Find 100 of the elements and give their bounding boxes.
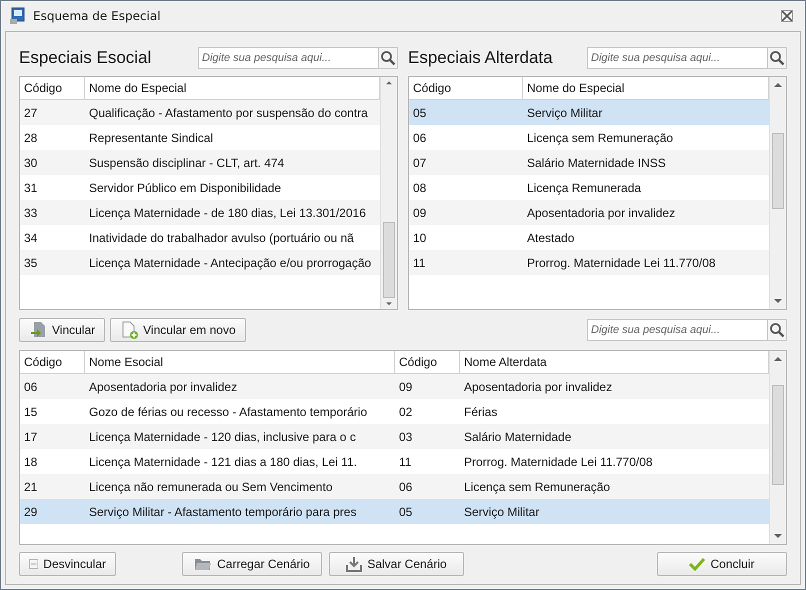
table-cell-text: Licença sem Remuneração <box>526 130 674 146</box>
column-header[interactable]: Código <box>20 77 85 99</box>
scroll-thumb[interactable] <box>772 133 784 209</box>
form-icon <box>9 7 27 25</box>
table-cell-text: 07 <box>412 154 428 172</box>
table-row[interactable]: 30 Suspensão disciplinar - CLT, art. 474 <box>20 150 380 175</box>
table-row[interactable]: 27 Qualificação - Afastamento por suspensão do contra <box>20 100 380 125</box>
table-cell-text: Serviço Militar - Afastamento temporário para pres <box>88 504 358 520</box>
table-cell-text: Licença Maternidade - 120 dias, inclusive para o c <box>88 428 357 446</box>
table-cell-text: Suspensão disciplinar - CLT, art. 474 <box>88 154 286 172</box>
column-header[interactable]: Código <box>395 351 460 373</box>
column-header[interactable]: Código <box>20 351 85 373</box>
table-cell-text: Licença Maternidade - Antecipação e/ou prorrogação <box>88 254 372 272</box>
scrollbar[interactable] <box>769 351 786 544</box>
table-cell-text: 11 <box>412 254 426 272</box>
table-row[interactable]: 17 Licença Maternidade - 120 dias, inclusive para o c 03 Salário Maternidade <box>20 424 769 449</box>
table-cell-text: Licença Maternidade - de 180 dias, Lei 13.301/2016 <box>88 204 367 222</box>
search-button[interactable] <box>767 47 787 69</box>
close-icon[interactable] <box>781 10 793 22</box>
table-row[interactable]: 35 Licença Maternidade - Antecipação e/ou prorrogação <box>20 250 380 275</box>
table-row[interactable]: 33 Licença Maternidade - de 180 dias, Lei 13.301/2016 <box>20 200 380 225</box>
window-title: Esquema de Especial <box>33 9 162 23</box>
table-cell-text: 21 <box>23 478 38 496</box>
table-row[interactable]: 28 Representante Sindical <box>20 125 380 150</box>
search-button[interactable] <box>378 47 398 69</box>
minus-box-icon <box>29 557 38 571</box>
table-row[interactable]: 21 Licença não remunerada ou Sem Vencimento 06 Licença sem Remuneração <box>20 474 769 499</box>
folder-icon <box>194 557 212 571</box>
table-cell-text: 18 <box>23 454 38 470</box>
table-cell-text: Aposentadoria por invalidez <box>463 378 614 396</box>
table-cell-text: Salário Maternidade INSS <box>526 154 667 172</box>
table-cell-text: 33 <box>23 204 38 222</box>
section-title: Especiais Alterdata <box>408 48 553 68</box>
action-button[interactable]: Salvar Cenário <box>329 552 464 576</box>
table-cell-text: Servidor Público em Disponibilidade <box>88 180 282 196</box>
action-button[interactable]: Carregar Cenário <box>182 552 322 576</box>
table-row[interactable]: 10 Atestado <box>409 225 769 250</box>
link-button[interactable]: Vincular em novo <box>110 318 246 342</box>
table-cell-text: 17 <box>23 428 38 446</box>
table-cell-text: Férias <box>463 404 498 420</box>
table-cell-text: Licença sem Remuneração <box>463 478 612 496</box>
table-cell-text: 34 <box>23 230 38 246</box>
table-cell-text: Gozo de férias ou recesso - Afastamento temporário <box>88 404 368 420</box>
search-icon <box>380 50 396 66</box>
table-row[interactable]: 07 Salário Maternidade INSS <box>409 150 769 175</box>
action-button[interactable]: Concluir <box>657 552 787 576</box>
table-cell-text: Prorrog. Maternidade Lei 11.770/08 <box>463 454 654 470</box>
table-cell-text: Salário Maternidade <box>463 428 572 446</box>
table-cell-text: 11 <box>398 454 412 470</box>
table-cell-text: Inatividade do trabalhador avulso (portuário ou nã <box>88 230 355 246</box>
table-cell-text: Atestado <box>526 230 576 246</box>
table-cell-text: 29 <box>23 504 38 520</box>
search-button[interactable] <box>767 319 787 341</box>
table-row[interactable]: 05 Serviço Militar <box>409 100 769 125</box>
table-cell-text: 10 <box>412 230 428 246</box>
scroll-thumb[interactable] <box>772 385 784 485</box>
link-button[interactable]: Vincular <box>19 318 106 342</box>
table-row[interactable]: 29 Serviço Militar - Afastamento temporário para pres 05 Serviço Militar <box>20 499 769 524</box>
checkmark-icon <box>689 557 706 571</box>
table-row[interactable]: 31 Servidor Público em Disponibilidade <box>20 175 380 200</box>
table-row[interactable]: 06 Aposentadoria por invalidez 09 Aposentadoria por invalidez <box>20 374 769 399</box>
new-document-icon <box>120 321 138 339</box>
table-cell-text: 35 <box>23 254 38 272</box>
table-cell-text: 15 <box>23 404 38 420</box>
table-row[interactable]: 09 Aposentadoria por invalidez <box>409 200 769 225</box>
download-icon <box>346 556 362 572</box>
section-title: Especiais Esocial <box>19 48 152 68</box>
scroll-thumb[interactable] <box>383 222 395 298</box>
table-cell-text: 30 <box>23 154 38 172</box>
table-cell-text: 28 <box>23 130 38 146</box>
table-cell-text: Licença Maternidade - 121 dias a 180 dias, Lei 11. <box>88 454 358 470</box>
search-field[interactable]: Digite sua pesquisa aqui... <box>587 47 767 69</box>
table-cell-text: 06 <box>398 478 414 496</box>
table-row[interactable]: 15 Gozo de férias ou recesso - Afastamento temporário 02 Férias <box>20 399 769 424</box>
table-cell-text: Licença Remunerada <box>526 180 642 196</box>
table-cell-text: Representante Sindical <box>88 130 214 146</box>
table-cell-text: 05 <box>412 104 428 122</box>
table-cell-text: 31 <box>23 180 38 196</box>
search-field[interactable]: Digite sua pesquisa aqui... <box>587 319 767 341</box>
table-row[interactable]: 08 Licença Remunerada <box>409 175 769 200</box>
table-cell-text: Qualificação - Afastamento por suspensão do contra <box>88 104 369 122</box>
table-cell-text: 05 <box>398 504 414 520</box>
search-icon <box>769 50 785 66</box>
search-field[interactable]: Digite sua pesquisa aqui... <box>198 47 378 69</box>
table-cell-text: 09 <box>398 378 414 396</box>
column-header[interactable]: Nome Esocial <box>85 351 395 373</box>
table-cell-text: Serviço Militar <box>526 104 604 122</box>
scrollbar[interactable] <box>380 77 397 309</box>
column-header[interactable]: Código <box>409 77 523 99</box>
table-row[interactable]: 18 Licença Maternidade - 121 dias a 180 dias, Lei 11. 11 Prorrog. Maternidade Lei 11.770/08 <box>20 449 769 474</box>
scrollbar[interactable] <box>769 77 786 309</box>
table-cell-text: 09 <box>412 204 428 222</box>
table-row[interactable]: 11 Prorrog. Maternidade Lei 11.770/08 <box>409 250 769 275</box>
action-button[interactable]: Desvincular <box>19 552 116 576</box>
table-cell-text: Aposentadoria por invalidez <box>88 378 238 396</box>
document-arrow-icon <box>29 321 47 339</box>
table-row[interactable]: 34 Inatividade do trabalhador avulso (portuário ou nã <box>20 225 380 250</box>
table-row[interactable]: 06 Licença sem Remuneração <box>409 125 769 150</box>
search-icon <box>769 322 785 338</box>
table-cell-text: Licença não remunerada ou Sem Vencimento <box>88 478 334 496</box>
